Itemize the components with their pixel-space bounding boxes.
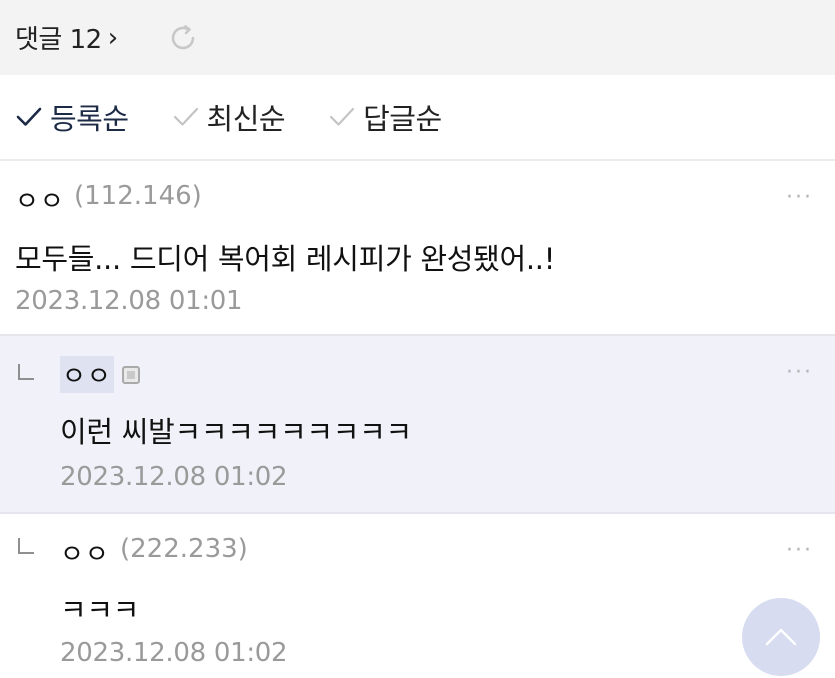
comment-count-title[interactable]: 댓글 12 — [15, 19, 102, 56]
check-icon — [173, 106, 199, 128]
sort-option-label: 답글순 — [363, 102, 442, 136]
refresh-icon[interactable] — [166, 21, 200, 55]
comment-item: ㅇㅇ (112.146) ··· 모두들... 드디어 복어회 레시피가 완성됐… — [0, 161, 835, 336]
member-badge-icon — [122, 366, 140, 384]
scroll-to-top-button[interactable] — [742, 598, 820, 676]
chevron-up-icon — [765, 628, 797, 646]
comment-date: 2023.12.08 01:02 — [60, 638, 288, 668]
more-options-icon[interactable]: ··· — [786, 538, 813, 563]
sort-option-latest[interactable]: 최신순 — [173, 96, 286, 138]
comment-date: 2023.12.08 01:01 — [15, 286, 243, 316]
check-icon — [329, 106, 355, 128]
more-options-icon[interactable]: ··· — [786, 360, 813, 385]
reply-item: ㅇㅇ ··· 이런 씨발ㅋㅋㅋㅋㅋㅋㅋㅋㅋ 2023.12.08 01:02 — [0, 336, 835, 514]
comments-header: 댓글 12 › — [0, 0, 835, 75]
sort-option-label: 최신순 — [206, 102, 286, 136]
comment-ip: (222.233) — [120, 534, 248, 564]
more-options-icon[interactable]: ··· — [786, 185, 813, 210]
check-icon — [16, 106, 42, 128]
reply-indicator-icon — [18, 538, 34, 554]
comment-nickname[interactable]: ㅇㅇ — [15, 181, 65, 218]
comment-nickname[interactable]: ㅇㅇ — [60, 534, 110, 571]
comment-ip: (112.146) — [74, 181, 202, 211]
comment-date: 2023.12.08 01:02 — [60, 462, 288, 492]
comment-nickname[interactable]: ㅇㅇ — [60, 356, 114, 393]
comment-text: ㅋㅋㅋ — [60, 593, 140, 627]
reply-indicator-icon — [18, 364, 34, 380]
reply-item: ㅇㅇ (222.233) ··· ㅋㅋㅋ 2023.12.08 01:02 — [0, 514, 835, 678]
sort-option-registered[interactable]: 등록순 — [16, 96, 129, 138]
sort-options: 등록순 최신순 답글순 — [0, 75, 835, 161]
comment-text: 이런 씨발ㅋㅋㅋㅋㅋㅋㅋㅋㅋ — [60, 415, 412, 449]
sort-option-label: 등록순 — [50, 102, 129, 136]
sort-option-replies[interactable]: 답글순 — [329, 96, 442, 138]
chevron-right-icon[interactable]: › — [108, 23, 118, 53]
comment-text: 모두들... 드디어 복어회 레시피가 완성됐어..! — [15, 242, 556, 276]
